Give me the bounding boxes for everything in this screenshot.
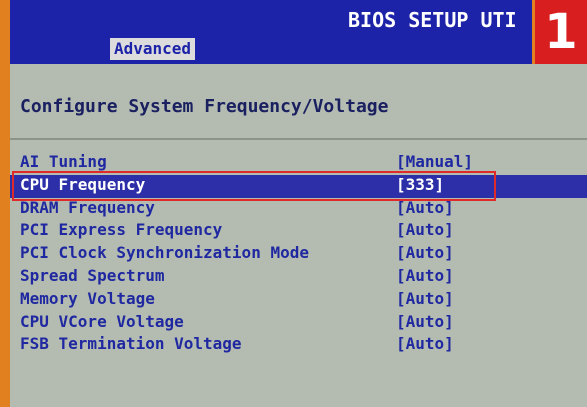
setting-row-fsb-termination-voltage[interactable]: FSB Termination Voltage [Auto]: [10, 334, 587, 357]
bios-screen: BIOS SETUP UTI Advanced 1 Configure Syst…: [10, 0, 587, 407]
setting-label: DRAM Frequency: [20, 197, 155, 217]
setting-value[interactable]: [333]: [396, 175, 444, 194]
setting-row-spread-spectrum[interactable]: Spread Spectrum [Auto]: [10, 266, 587, 289]
setting-value[interactable]: [Auto]: [396, 220, 454, 239]
section-title: Configure System Frequency/Voltage: [20, 96, 389, 117]
setting-row-cpu-vcore-voltage[interactable]: CPU VCore Voltage [Auto]: [10, 312, 587, 335]
setting-value[interactable]: [Auto]: [396, 243, 454, 262]
setting-row-dram-frequency[interactable]: DRAM Frequency [Auto]: [10, 198, 587, 221]
setting-label: Spread Spectrum: [20, 265, 165, 285]
step-number-badge: 1: [532, 0, 587, 64]
bios-header-bar: BIOS SETUP UTI Advanced 1: [10, 0, 587, 64]
setting-value[interactable]: [Auto]: [396, 289, 454, 308]
setting-label: Memory Voltage: [20, 288, 155, 308]
setting-label: CPU Frequency: [20, 174, 146, 194]
settings-panel: Configure System Frequency/Voltage AI Tu…: [10, 64, 587, 407]
settings-list: AI Tuning [Manual] CPU Frequency [333] D…: [10, 152, 587, 357]
setting-value[interactable]: [Auto]: [396, 312, 454, 331]
setting-value[interactable]: [Auto]: [396, 266, 454, 285]
tab-advanced[interactable]: Advanced: [110, 38, 196, 60]
setting-row-cpu-frequency[interactable]: CPU Frequency [333]: [10, 170, 587, 201]
setting-row-pci-express-frequency[interactable]: PCI Express Frequency [Auto]: [10, 220, 587, 243]
bios-title: BIOS SETUP UTI: [348, 8, 517, 32]
setting-row-ai-tuning[interactable]: AI Tuning [Manual]: [10, 152, 587, 175]
setting-label: AI Tuning: [20, 152, 107, 171]
section-divider: [10, 138, 587, 140]
setting-label: CPU VCore Voltage: [20, 311, 184, 331]
setting-row-memory-voltage[interactable]: Memory Voltage [Auto]: [10, 289, 587, 312]
setting-label: FSB Termination Voltage: [20, 334, 242, 354]
setting-value[interactable]: [Manual]: [396, 152, 473, 171]
setting-value[interactable]: [Auto]: [396, 334, 454, 353]
setting-label: PCI Express Frequency: [20, 220, 223, 240]
setting-label: PCI Clock Synchronization Mode: [20, 243, 309, 263]
setting-row-pci-clock-sync[interactable]: PCI Clock Synchronization Mode [Auto]: [10, 243, 587, 266]
setting-value[interactable]: [Auto]: [396, 198, 454, 217]
